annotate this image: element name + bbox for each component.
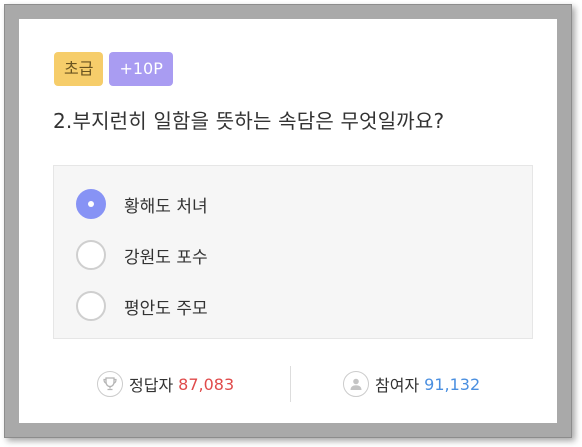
screenshot-frame: 초급 +10P 2.부지런히 일함을 뜻하는 속담은 무엇일까요? 황해도 처녀… — [4, 4, 572, 438]
stats-divider — [290, 366, 291, 402]
stats-bar: 정답자 87,083 참여자 91,132 — [19, 364, 557, 404]
option-label: 황해도 처녀 — [124, 196, 208, 217]
person-icon — [343, 371, 369, 397]
radio-unselected[interactable] — [76, 291, 106, 321]
option-label: 평안도 주모 — [124, 298, 208, 319]
option-3[interactable]: 평안도 주모 — [76, 289, 208, 323]
trophy-icon — [97, 371, 123, 397]
option-label: 강원도 포수 — [124, 247, 208, 268]
participants-label: 참여자 — [375, 376, 420, 395]
points-badge: +10P — [109, 52, 173, 86]
participants-stat: 참여자 91,132 — [343, 364, 480, 404]
option-2[interactable]: 강원도 포수 — [76, 238, 208, 272]
badge-row: 초급 +10P — [54, 52, 173, 86]
correct-count: 87,083 — [178, 374, 235, 394]
answer-options: 황해도 처녀 강원도 포수 평안도 주모 — [53, 165, 533, 339]
option-1[interactable]: 황해도 처녀 — [76, 187, 208, 221]
correct-label: 정답자 — [129, 376, 174, 395]
quiz-card: 초급 +10P 2.부지런히 일함을 뜻하는 속담은 무엇일까요? 황해도 처녀… — [19, 19, 557, 423]
radio-selected[interactable] — [76, 189, 106, 219]
level-badge: 초급 — [54, 52, 104, 86]
question-text: 2.부지런히 일함을 뜻하는 속담은 무엇일까요? — [53, 109, 445, 133]
correct-stat: 정답자 87,083 — [97, 364, 234, 404]
radio-unselected[interactable] — [76, 240, 106, 270]
participants-count: 91,132 — [424, 374, 481, 394]
